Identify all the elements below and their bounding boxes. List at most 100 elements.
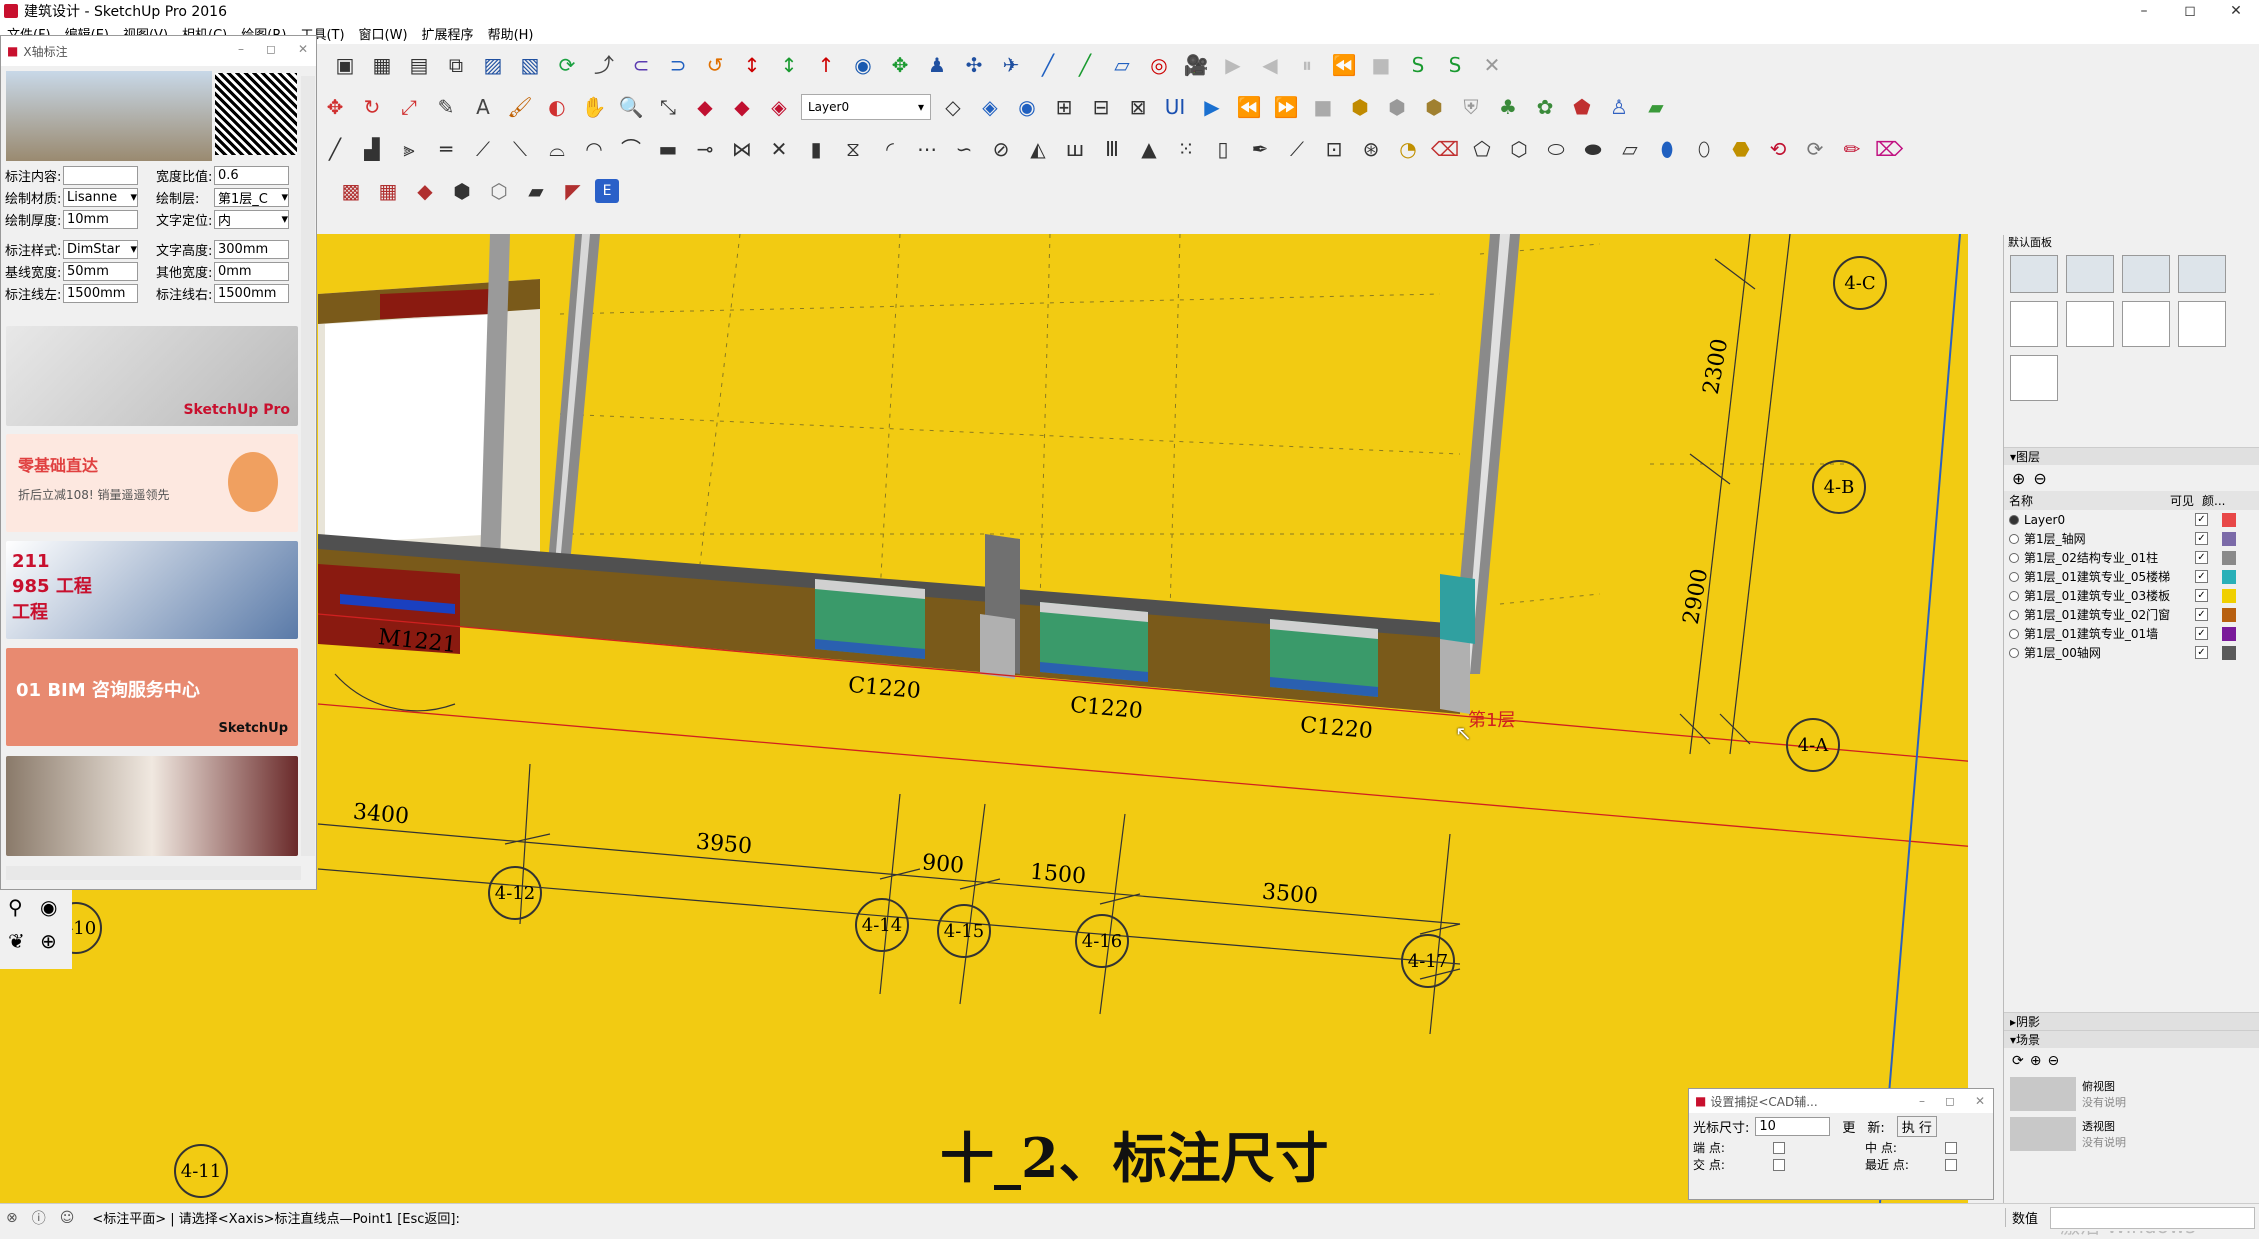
vertical-scrollbar[interactable] <box>301 76 315 856</box>
copy-icon[interactable]: ⧉ <box>441 50 471 80</box>
script-s1-icon[interactable]: S <box>1403 50 1433 80</box>
zoom-extents-icon[interactable]: ⤡ <box>653 92 683 122</box>
menu-window[interactable]: 窗口(W) <box>352 24 415 43</box>
line-tool-icon[interactable]: ╱ <box>320 134 350 164</box>
layer-active-radio[interactable] <box>2009 552 2019 563</box>
dotted-icon[interactable]: ⋯ <box>912 134 942 164</box>
shape-1-icon[interactable]: ⬠ <box>1467 134 1497 164</box>
layer-select[interactable]: 第1层_C ▾ <box>214 188 289 207</box>
shape-2-icon[interactable]: ⬡ <box>1504 134 1534 164</box>
pause-icon[interactable]: ⏸ <box>1292 50 1322 80</box>
measurements-input[interactable] <box>2050 1207 2255 1229</box>
style-thumb[interactable] <box>2010 355 2058 401</box>
maximize-button[interactable]: ◻ <box>1945 1094 1955 1108</box>
stairs-icon[interactable]: ▟ <box>357 134 387 164</box>
layer-visible-checkbox[interactable]: ✓ <box>2195 570 2208 583</box>
shape-3-icon[interactable]: ⬭ <box>1541 134 1571 164</box>
wall-icon[interactable]: ⫸ <box>394 134 424 164</box>
layer-color-swatch[interactable] <box>2222 531 2236 546</box>
layer-visible-checkbox[interactable]: ✓ <box>2195 608 2208 621</box>
menu-help[interactable]: 帮助(H) <box>481 24 541 43</box>
pan-icon[interactable]: ✋ <box>579 92 609 122</box>
content-input[interactable] <box>63 166 138 185</box>
pyramid-icon[interactable]: ▲ <box>1134 134 1164 164</box>
knife-icon[interactable]: ⟋ <box>1282 134 1312 164</box>
clear-icon[interactable]: ✕ <box>1477 50 1507 80</box>
dim-right-input[interactable]: 1500mm <box>214 284 289 303</box>
layer-color-swatch[interactable] <box>2222 645 2236 660</box>
style-thumb[interactable] <box>2066 255 2114 293</box>
ad-banner[interactable]: 01 BIM 咨询服务中心 SketchUp <box>6 648 298 746</box>
midpoint-checkbox[interactable] <box>1945 1141 1957 1154</box>
axis-up-icon[interactable]: ↑ <box>811 50 841 80</box>
baseline-width-input[interactable]: 50mm <box>63 262 138 281</box>
layer-row[interactable]: 第1层_02结构专业_01柱 ✓ <box>2004 548 2259 567</box>
shape-4-icon[interactable]: ⬬ <box>1578 134 1608 164</box>
layer-row[interactable]: 第1层_00轴网 ✓ <box>2004 643 2259 662</box>
record-icon[interactable]: ◎ <box>1144 50 1174 80</box>
orbit-icon[interactable]: ◐ <box>542 92 572 122</box>
layer-active-radio[interactable] <box>2009 609 2019 620</box>
group-icon[interactable]: ▦ <box>367 50 397 80</box>
forward-blue-icon[interactable]: ▶ <box>1197 92 1227 122</box>
mat-5-icon[interactable]: ⬡ <box>484 176 514 206</box>
style-thumb[interactable] <box>2178 255 2226 293</box>
pen-icon[interactable]: ✒ <box>1245 134 1275 164</box>
view-iso-icon[interactable]: ◇ <box>938 92 968 122</box>
walk-icon[interactable]: ⚲ <box>8 895 23 919</box>
text-position-select[interactable]: 内 ▾ <box>214 210 289 229</box>
eraser-pink-icon[interactable]: ⌦ <box>1874 134 1904 164</box>
back-blue-icon[interactable]: ⏪ <box>1234 92 1264 122</box>
style-thumb[interactable] <box>2010 255 2058 293</box>
dim-style-select[interactable]: DimStar ▾ <box>63 240 138 259</box>
other-width-input[interactable]: 0mm <box>214 262 289 281</box>
shape-6-icon[interactable]: ⬮ <box>1652 134 1682 164</box>
play-icon[interactable]: ▶ <box>1218 50 1248 80</box>
scene-item[interactable]: 俯视图 没有说明 <box>2004 1074 2259 1114</box>
axis-green-icon[interactable]: ↕ <box>774 50 804 80</box>
cursor-size-input[interactable]: 10 <box>1755 1116 1831 1136</box>
camera-icon[interactable]: 🎥 <box>1181 50 1211 80</box>
mat-6-icon[interactable]: ▰ <box>521 176 551 206</box>
remove-layer-icon[interactable]: ⊖ <box>2033 469 2046 488</box>
target-icon[interactable]: ⊛ <box>1356 134 1386 164</box>
move-axis-icon[interactable]: ✥ <box>885 50 915 80</box>
plane-icon[interactable]: ✈ <box>996 50 1026 80</box>
ad-banner[interactable]: 零基础直达 折后立减108! 销量遥遥领先 <box>6 434 298 532</box>
layer-visible-checkbox[interactable]: ✓ <box>2195 551 2208 564</box>
link-icon[interactable]: ⊂ <box>626 50 656 80</box>
cross-icon[interactable]: ✕ <box>764 134 794 164</box>
ad-banner[interactable]: SketchUp Pro <box>6 326 298 426</box>
warehouse-icon[interactable]: ⬟ <box>1567 92 1597 122</box>
mirror-icon[interactable]: ▧ <box>515 50 545 80</box>
trim-icon[interactable]: ⟋ <box>468 134 498 164</box>
refresh-icon[interactable]: ⟳ <box>2012 1053 2024 1069</box>
chain-icon[interactable]: ⊃ <box>663 50 693 80</box>
add-scene-icon[interactable]: ⊕ <box>2030 1053 2042 1069</box>
section-icon[interactable]: ⊞ <box>1049 92 1079 122</box>
layer-active-radio[interactable] <box>2009 571 2019 582</box>
shield-icon[interactable]: ⛨ <box>1456 92 1486 122</box>
elev-icon[interactable]: ⊠ <box>1123 92 1153 122</box>
text-height-input[interactable]: 300mm <box>214 240 289 259</box>
stop-icon[interactable]: ■ <box>1366 50 1396 80</box>
osm-icon[interactable]: ▰ <box>1641 92 1671 122</box>
scenes-section-header[interactable]: ▾ 场景 <box>2004 1030 2259 1048</box>
tag-icon[interactable]: ◔ <box>1393 134 1423 164</box>
mat-2-icon[interactable]: ▦ <box>373 176 403 206</box>
remove-scene-icon[interactable]: ⊖ <box>2047 1053 2059 1069</box>
axis-red-icon[interactable]: ↕ <box>737 50 767 80</box>
box-grey-icon[interactable]: ⬢ <box>1382 92 1412 122</box>
material-select[interactable]: Lisanne ▾ <box>63 188 138 207</box>
close-button[interactable]: ✕ <box>1975 1094 1985 1108</box>
door-arc-icon[interactable]: ◜ <box>875 134 905 164</box>
column-icon[interactable]: ▮ <box>801 134 831 164</box>
layer-active-radio[interactable] <box>2009 533 2019 544</box>
path-icon[interactable]: ⤴ <box>589 50 619 80</box>
layer-visible-checkbox[interactable]: ✓ <box>2195 646 2208 659</box>
comb-icon[interactable]: ш <box>1060 134 1090 164</box>
fillet-icon[interactable]: ⌒ <box>616 134 646 164</box>
lasso-icon[interactable]: ⟲ <box>1763 134 1793 164</box>
explode-icon[interactable]: ▤ <box>404 50 434 80</box>
scatter-icon[interactable]: ✣ <box>959 50 989 80</box>
